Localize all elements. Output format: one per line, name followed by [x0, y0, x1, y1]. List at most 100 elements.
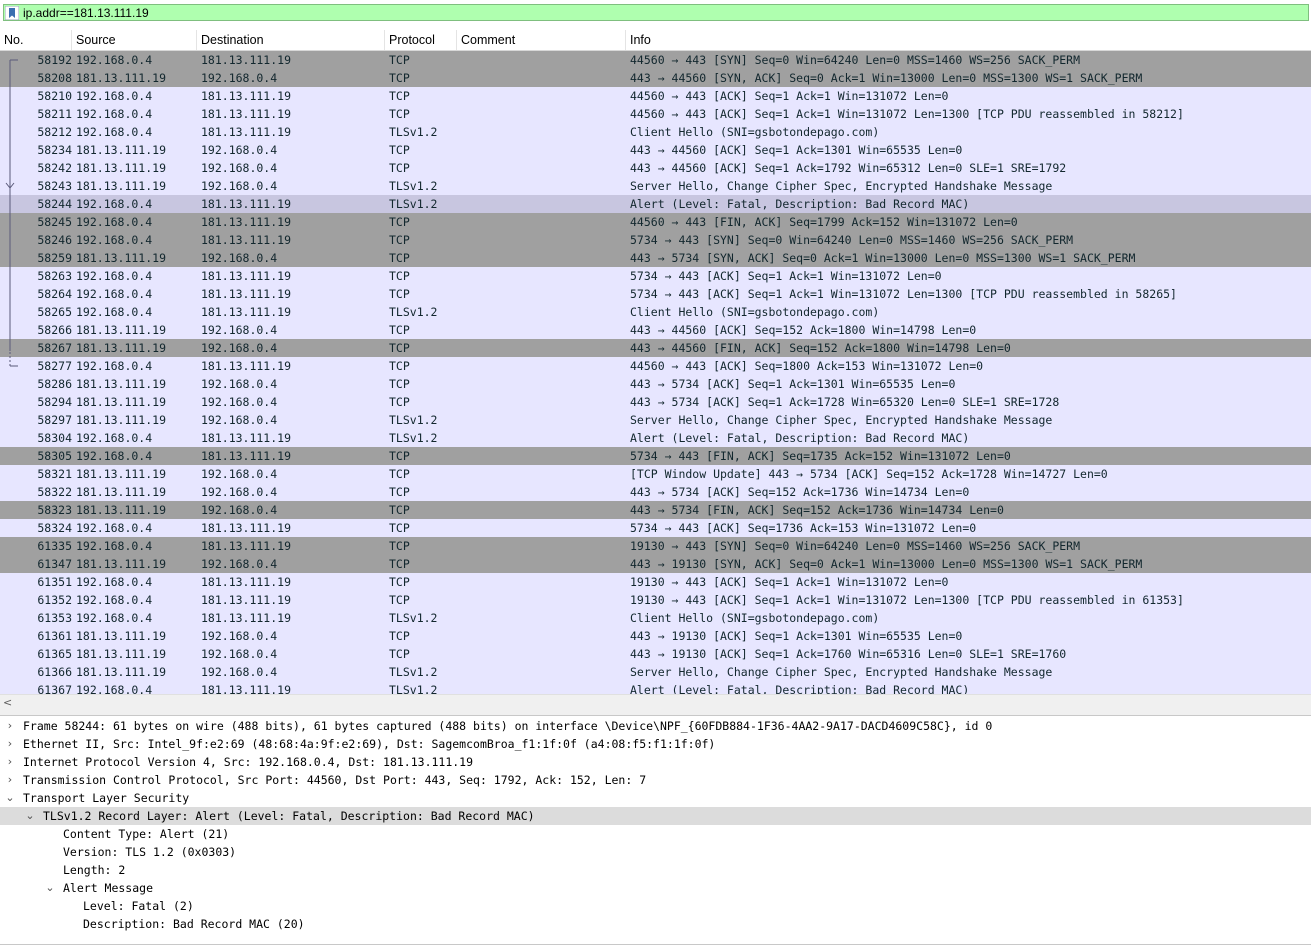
packet-row[interactable]: 58264 192.168.0.4 181.13.111.19 TCP 5734 → 4…: [0, 285, 1311, 303]
packet-source: 192.168.0.4: [76, 89, 153, 103]
packet-row[interactable]: 58259 181.13.111.19 192.168.0.4 TCP 443 → 57…: [0, 249, 1311, 267]
bookmark-icon[interactable]: [5, 6, 19, 20]
packet-row[interactable]: 58324 192.168.0.4 181.13.111.19 TCP 5734 → 4…: [0, 519, 1311, 537]
packet-protocol: TCP: [389, 53, 410, 67]
packet-row[interactable]: 58245 192.168.0.4 181.13.111.19 TCP 44560 → …: [0, 213, 1311, 231]
detail-row[interactable]: › Frame 58244: 61 bytes on wire (488 bits…: [0, 717, 1311, 735]
detail-row[interactable]: › Transmission Control Protocol, Src Port…: [0, 771, 1311, 789]
packet-row[interactable]: 61351 192.168.0.4 181.13.111.19 TCP 19130 → …: [0, 573, 1311, 591]
packet-info: Server Hello, Change Cipher Spec, Encryp…: [630, 413, 1053, 427]
packet-protocol: TCP: [389, 215, 410, 229]
packet-info: Alert (Level: Fatal, Description: Bad Re…: [630, 197, 970, 211]
packet-row[interactable]: 58294 181.13.111.19 192.168.0.4 TCP 443 → 57…: [0, 393, 1311, 411]
detail-row[interactable]: Version: TLS 1.2 (0x0303): [0, 843, 1311, 861]
collapse-arrow-icon[interactable]: ›: [4, 735, 16, 753]
packet-row[interactable]: 58321 181.13.111.19 192.168.0.4 TCP [TCP Win…: [0, 465, 1311, 483]
packet-protocol: TLSv1.2: [389, 431, 438, 445]
detail-row[interactable]: › Ethernet II, Src: Intel_9f:e2:69 (48:68…: [0, 735, 1311, 753]
collapse-arrow-icon[interactable]: ›: [4, 753, 16, 771]
packet-row[interactable]: 58267 181.13.111.19 192.168.0.4 TCP 443 → 44…: [0, 339, 1311, 357]
detail-row[interactable]: ⌄ TLSv1.2 Record Layer: Alert (Level: Fat…: [0, 807, 1311, 825]
packet-info: 19130 → 443 [ACK] Seq=1 Ack=1 Win=131072…: [630, 593, 1184, 607]
packet-row[interactable]: 61347 181.13.111.19 192.168.0.4 TCP 443 → 19…: [0, 555, 1311, 573]
display-filter-input[interactable]: ip.addr==181.13.111.19: [3, 4, 1309, 21]
packet-list[interactable]: 58192 192.168.0.4 181.13.111.19 TCP 44560 → …: [0, 51, 1311, 694]
packet-row[interactable]: 61335 192.168.0.4 181.13.111.19 TCP 19130 → …: [0, 537, 1311, 555]
packet-source: 192.168.0.4: [76, 539, 153, 553]
packet-row[interactable]: 58208 181.13.111.19 192.168.0.4 TCP 443 → 44…: [0, 69, 1311, 87]
packet-protocol: TCP: [389, 233, 410, 247]
column-header-info[interactable]: Info: [626, 30, 1311, 50]
detail-row[interactable]: Level: Fatal (2): [0, 897, 1311, 915]
packet-info: 44560 → 443 [SYN] Seq=0 Win=64240 Len=0 …: [630, 53, 1081, 67]
packet-source: 192.168.0.4: [76, 197, 153, 211]
packet-row[interactable]: 58234 181.13.111.19 192.168.0.4 TCP 443 → 44…: [0, 141, 1311, 159]
packet-row[interactable]: 58192 192.168.0.4 181.13.111.19 TCP 44560 → …: [0, 51, 1311, 69]
packet-protocol: TCP: [389, 269, 410, 283]
scroll-left-icon[interactable]: <: [3, 695, 12, 710]
packet-row[interactable]: 61353 192.168.0.4 181.13.111.19 TLSv1.2 Clie…: [0, 609, 1311, 627]
packet-protocol: TLSv1.2: [389, 125, 438, 139]
packet-row[interactable]: 58212 192.168.0.4 181.13.111.19 TLSv1.2 Clie…: [0, 123, 1311, 141]
column-header-protocol[interactable]: Protocol: [385, 30, 457, 50]
horizontal-scrollbar[interactable]: <: [0, 694, 1311, 710]
packet-row[interactable]: 58305 192.168.0.4 181.13.111.19 TCP 5734 → 4…: [0, 447, 1311, 465]
related-packets-tree: [5, 59, 18, 367]
packet-source: 192.168.0.4: [76, 521, 153, 535]
packet-row[interactable]: 61361 181.13.111.19 192.168.0.4 TCP 443 → 19…: [0, 627, 1311, 645]
packet-source: 181.13.111.19: [76, 629, 167, 643]
packet-row[interactable]: 58265 192.168.0.4 181.13.111.19 TLSv1.2 Clie…: [0, 303, 1311, 321]
column-header-no[interactable]: No.: [0, 30, 72, 50]
packet-protocol: TCP: [389, 287, 410, 301]
detail-row[interactable]: ⌄ Alert Message: [0, 879, 1311, 897]
detail-text: Content Type: Alert (21): [63, 827, 230, 841]
packet-info: Client Hello (SNI=gsbotondepago.com): [630, 305, 880, 319]
detail-text: Version: TLS 1.2 (0x0303): [63, 845, 237, 859]
packet-info: 443 → 44560 [SYN, ACK] Seq=0 Ack=1 Win=1…: [630, 71, 1143, 85]
packet-details-pane[interactable]: › Frame 58244: 61 bytes on wire (488 bits…: [0, 716, 1311, 947]
detail-row[interactable]: Length: 2: [0, 861, 1311, 879]
column-header-source[interactable]: Source: [72, 30, 197, 50]
column-header-destination[interactable]: Destination: [197, 30, 385, 50]
packet-source: 192.168.0.4: [76, 611, 153, 625]
detail-row[interactable]: Description: Bad Record MAC (20): [0, 915, 1311, 933]
packet-row[interactable]: 58286 181.13.111.19 192.168.0.4 TCP 443 → 57…: [0, 375, 1311, 393]
packet-row[interactable]: 58243 181.13.111.19 192.168.0.4 TLSv1.2 Serv…: [0, 177, 1311, 195]
expand-arrow-icon[interactable]: ⌄: [24, 807, 36, 825]
packet-destination: 181.13.111.19: [201, 233, 292, 247]
packet-protocol: TLSv1.2: [389, 197, 438, 211]
packet-row[interactable]: 58322 181.13.111.19 192.168.0.4 TCP 443 → 57…: [0, 483, 1311, 501]
packet-source: 181.13.111.19: [76, 395, 167, 409]
column-header-comment[interactable]: Comment: [457, 30, 626, 50]
packet-row[interactable]: 58246 192.168.0.4 181.13.111.19 TCP 5734 → 4…: [0, 231, 1311, 249]
packet-row[interactable]: 58210 192.168.0.4 181.13.111.19 TCP 44560 → …: [0, 87, 1311, 105]
collapse-arrow-icon[interactable]: ›: [4, 771, 16, 789]
packet-row[interactable]: 58242 181.13.111.19 192.168.0.4 TCP 443 → 44…: [0, 159, 1311, 177]
packet-row[interactable]: 58266 181.13.111.19 192.168.0.4 TCP 443 → 44…: [0, 321, 1311, 339]
detail-row[interactable]: › Internet Protocol Version 4, Src: 192.1…: [0, 753, 1311, 771]
detail-row[interactable]: Content Type: Alert (21): [0, 825, 1311, 843]
expand-arrow-icon[interactable]: ⌄: [4, 789, 16, 807]
packet-row[interactable]: 61367 192.168.0.4 181.13.111.19 TLSv1.2 Aler…: [0, 681, 1311, 694]
packet-protocol: TCP: [389, 503, 410, 517]
packet-row[interactable]: 58263 192.168.0.4 181.13.111.19 TCP 5734 → 4…: [0, 267, 1311, 285]
packet-row[interactable]: 58323 181.13.111.19 192.168.0.4 TCP 443 → 57…: [0, 501, 1311, 519]
packet-destination: 192.168.0.4: [201, 503, 278, 517]
detail-row[interactable]: ⌄ Transport Layer Security: [0, 789, 1311, 807]
expand-arrow-icon[interactable]: ⌄: [44, 879, 56, 897]
collapse-arrow-icon[interactable]: ›: [4, 717, 16, 735]
packet-row[interactable]: 61366 181.13.111.19 192.168.0.4 TLSv1.2 Serv…: [0, 663, 1311, 681]
packet-row[interactable]: 58304 192.168.0.4 181.13.111.19 TLSv1.2 Aler…: [0, 429, 1311, 447]
detail-text: Level: Fatal (2): [83, 899, 194, 913]
packet-row[interactable]: 58211 192.168.0.4 181.13.111.19 TCP 44560 → …: [0, 105, 1311, 123]
packet-destination: 181.13.111.19: [201, 107, 292, 121]
detail-text: Ethernet II, Src: Intel_9f:e2:69 (48:68:…: [23, 737, 716, 751]
packet-row[interactable]: 58297 181.13.111.19 192.168.0.4 TLSv1.2 Serv…: [0, 411, 1311, 429]
packet-destination: 181.13.111.19: [201, 305, 292, 319]
packet-source: 181.13.111.19: [76, 665, 167, 679]
packet-row[interactable]: 61352 192.168.0.4 181.13.111.19 TCP 19130 → …: [0, 591, 1311, 609]
packet-row[interactable]: 61365 181.13.111.19 192.168.0.4 TCP 443 → 19…: [0, 645, 1311, 663]
packet-row[interactable]: 58277 192.168.0.4 181.13.111.19 TCP 44560 → …: [0, 357, 1311, 375]
packet-row[interactable]: 58244 192.168.0.4 181.13.111.19 TLSv1.2 Aler…: [0, 195, 1311, 213]
packet-info: 443 → 44560 [ACK] Seq=1 Ack=1792 Win=653…: [630, 161, 1067, 175]
